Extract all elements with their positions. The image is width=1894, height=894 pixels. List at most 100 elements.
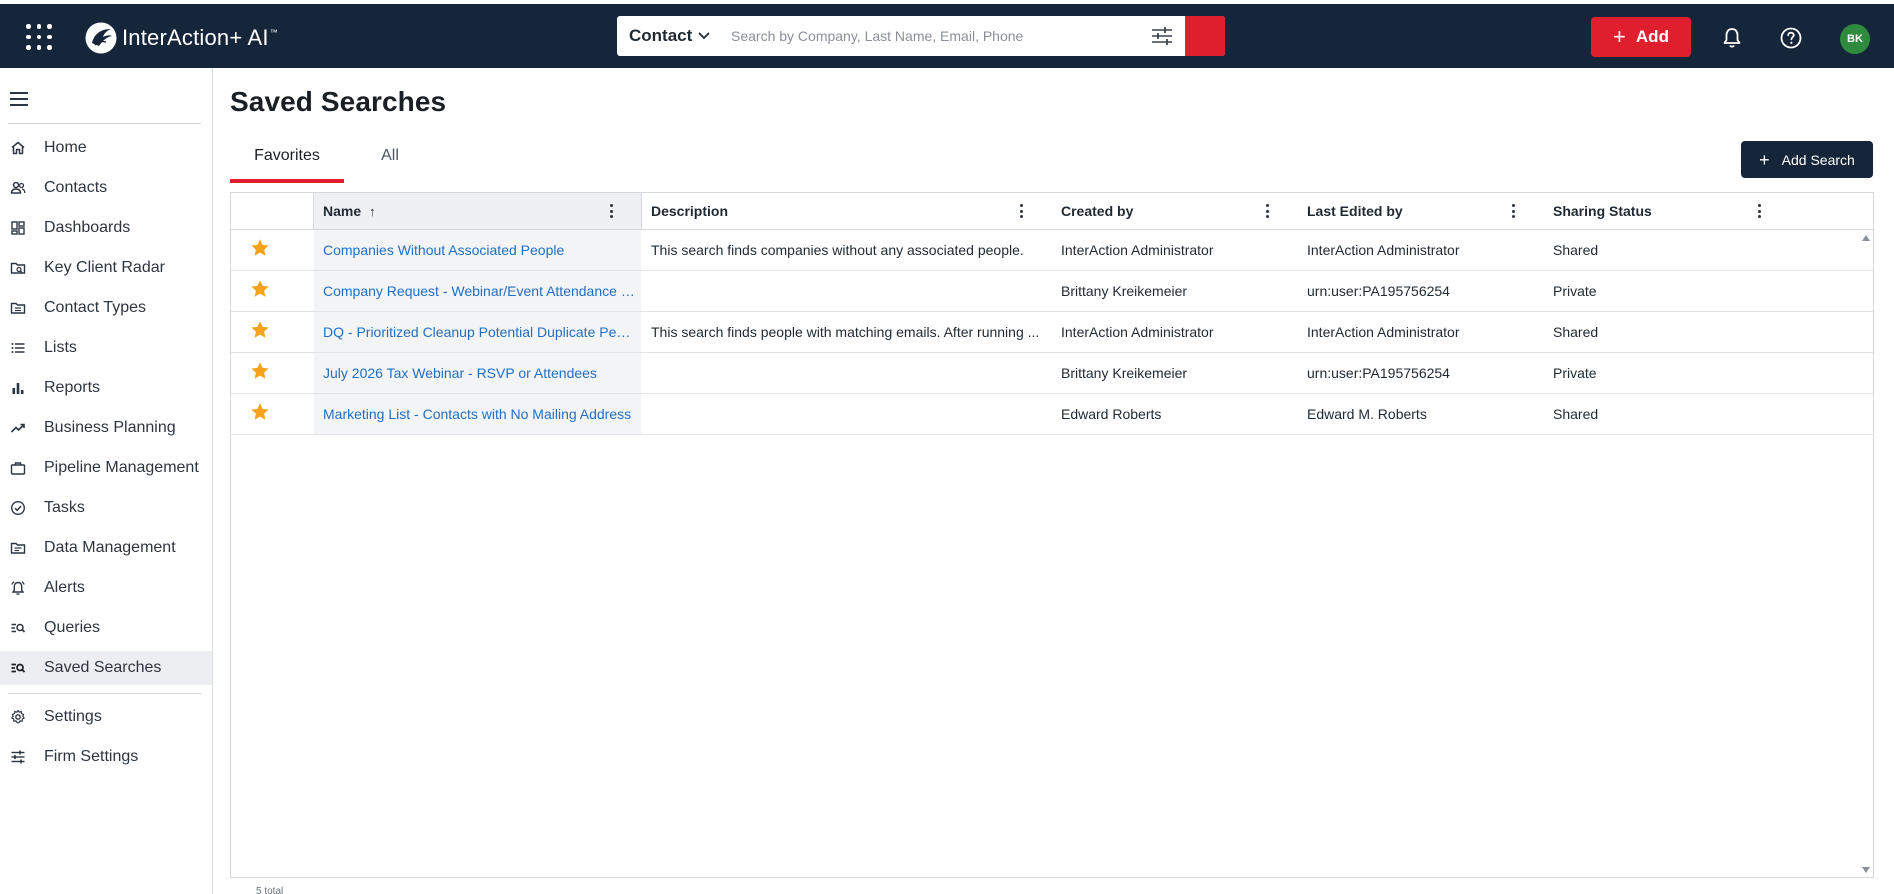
sidebar-item-contact-types[interactable]: Contact Types (0, 291, 212, 325)
sidebar-item-label: Contact Types (44, 299, 146, 316)
description-text: This search finds people with matching e… (651, 324, 1040, 340)
search-name-link[interactable]: DQ - Prioritized Cleanup Potential Dupli… (323, 324, 641, 340)
table-row[interactable]: Marketing List - Contacts with No Mailin… (231, 394, 1873, 435)
last-edited-by-cell: urn:user:PA195756254 (1307, 365, 1450, 381)
help-question-icon[interactable] (1779, 26, 1803, 50)
data-folder-icon (10, 540, 26, 556)
column-header-label: Created by (1061, 203, 1134, 219)
sidebar-item-contacts[interactable]: Contacts (0, 171, 212, 205)
search-type-label: Contact (629, 26, 693, 45)
sidebar-item-label: Home (44, 139, 87, 156)
sidebar-item-reports[interactable]: Reports (0, 371, 212, 405)
created-by-cell: Edward Roberts (1061, 406, 1162, 422)
search-submit-button[interactable] (1185, 16, 1225, 56)
column-menu-icon[interactable] (1752, 203, 1766, 219)
app-launcher-grid-icon[interactable] (26, 24, 52, 50)
sidebar-item-tasks[interactable]: Tasks (0, 491, 212, 525)
search-type-dropdown[interactable]: Contact (617, 16, 721, 56)
column-header-name[interactable]: Name ↑ (314, 193, 641, 229)
table-row[interactable]: DQ - Prioritized Cleanup Potential Dupli… (231, 312, 1873, 353)
query-icon (10, 620, 26, 636)
tab-all[interactable]: All (370, 147, 410, 183)
column-menu-icon[interactable] (1506, 203, 1520, 219)
sidebar-item-label: Data Management (44, 539, 176, 556)
tab-favorites[interactable]: Favorites (230, 147, 344, 183)
description-cell: This search finds people with matching e… (642, 312, 1052, 352)
notification-bell-icon[interactable] (1720, 26, 1744, 50)
list-icon (10, 340, 26, 356)
last-edited-by-cell: InterAction Administrator (1307, 324, 1460, 340)
sidebar-item-lists[interactable]: Lists (0, 331, 212, 365)
created-by-cell: Brittany Kreikemeier (1061, 365, 1188, 381)
search-input[interactable] (731, 16, 1131, 56)
sidebar-item-home[interactable]: Home (0, 131, 212, 165)
table-row[interactable]: Company Request - Webinar/Event Attendan… (231, 271, 1873, 312)
sidebar-item-settings[interactable]: Settings (0, 700, 212, 734)
created-by-cell: InterAction Administrator (1061, 242, 1214, 258)
check-circle-icon (10, 500, 26, 516)
sharing-status-cell: Private (1553, 365, 1597, 381)
column-header-label: Sharing Status (1553, 203, 1652, 219)
sidebar: Home Contacts Dashboards Key Client Rada… (0, 68, 213, 894)
briefcase-icon (10, 460, 26, 476)
column-header-description[interactable]: Description (642, 193, 1052, 229)
scroll-up-arrow[interactable] (1862, 235, 1870, 241)
search-name-link[interactable]: Companies Without Associated People (323, 242, 641, 258)
search-name-link[interactable]: July 2026 Tax Webinar - RSVP or Attendee… (323, 365, 641, 381)
filter-sliders-icon[interactable] (1149, 24, 1175, 48)
sidebar-item-business-planning[interactable]: Business Planning (0, 411, 212, 445)
table-row[interactable]: July 2026 Tax Webinar - RSVP or Attendee… (231, 353, 1873, 394)
top-bar: InterAction+ AI ™ Contact + Add BK (0, 0, 1894, 68)
sidebar-item-saved-searches[interactable]: Saved Searches (0, 651, 212, 685)
chevron-down-icon (698, 32, 710, 40)
hamburger-menu-icon[interactable] (10, 92, 28, 106)
sidebar-item-label: Reports (44, 379, 101, 396)
sharing-status-cell: Shared (1553, 324, 1599, 340)
sidebar-item-label: Queries (44, 619, 101, 636)
sidebar-item-label: Dashboards (44, 219, 131, 236)
saved-search-icon (10, 660, 26, 676)
app-name: InterAction+ AI (122, 25, 269, 50)
favorite-star-icon[interactable] (249, 401, 271, 423)
global-search: Contact (617, 16, 1225, 56)
created-by-cell: Brittany Kreikemeier (1061, 283, 1188, 299)
created-by-cell: InterAction Administrator (1061, 324, 1214, 340)
favorite-star-icon[interactable] (249, 360, 271, 382)
scroll-down-arrow[interactable] (1862, 867, 1870, 873)
description-cell (642, 353, 1052, 393)
favorite-star-icon[interactable] (249, 278, 271, 300)
sidebar-item-pipeline-management[interactable]: Pipeline Management (0, 451, 212, 485)
sidebar-item-key-client-radar[interactable]: Key Client Radar (0, 251, 212, 285)
column-menu-icon[interactable] (1014, 203, 1028, 219)
column-menu-icon[interactable] (604, 203, 618, 219)
sidebar-item-alerts[interactable]: Alerts (0, 571, 212, 605)
favorite-star-icon[interactable] (249, 237, 271, 259)
sidebar-item-label: Business Planning (44, 419, 176, 436)
add-button[interactable]: + Add (1591, 17, 1691, 57)
description-cell (642, 394, 1052, 434)
sidebar-item-label: Alerts (44, 579, 85, 596)
column-menu-icon[interactable] (1260, 203, 1274, 219)
sidebar-item-firm-settings[interactable]: Firm Settings (0, 740, 212, 774)
sidebar-item-queries[interactable]: Queries (0, 611, 212, 645)
bar-chart-icon (10, 380, 26, 396)
sharing-status-cell: Shared (1553, 406, 1599, 422)
sidebar-item-data-management[interactable]: Data Management (0, 531, 212, 565)
search-name-link[interactable]: Company Request - Webinar/Event Attendan… (323, 283, 641, 299)
sidebar-item-label: Settings (44, 708, 102, 725)
user-avatar[interactable]: BK (1840, 24, 1870, 54)
sidebar-item-dashboards[interactable]: Dashboards (0, 211, 212, 245)
column-header-label: Description (651, 203, 729, 219)
sidebar-divider (8, 693, 201, 694)
description-cell (642, 271, 1052, 311)
name-cell: Company Request - Webinar/Event Attendan… (314, 271, 641, 311)
column-header-label: Last Edited by (1307, 203, 1403, 219)
table-row[interactable]: Companies Without Associated People This… (231, 230, 1873, 271)
search-name-link[interactable]: Marketing List - Contacts with No Mailin… (323, 406, 641, 422)
favorite-star-icon[interactable] (249, 319, 271, 341)
grid-header-row: Name ↑ Description Created by Last Edite… (231, 193, 1873, 230)
sidebar-item-label: Firm Settings (44, 748, 139, 765)
name-cell: Marketing List - Contacts with No Mailin… (314, 394, 641, 434)
add-search-button[interactable]: + Add Search (1741, 141, 1873, 178)
app-logo[interactable]: InterAction+ AI ™ (84, 21, 278, 55)
